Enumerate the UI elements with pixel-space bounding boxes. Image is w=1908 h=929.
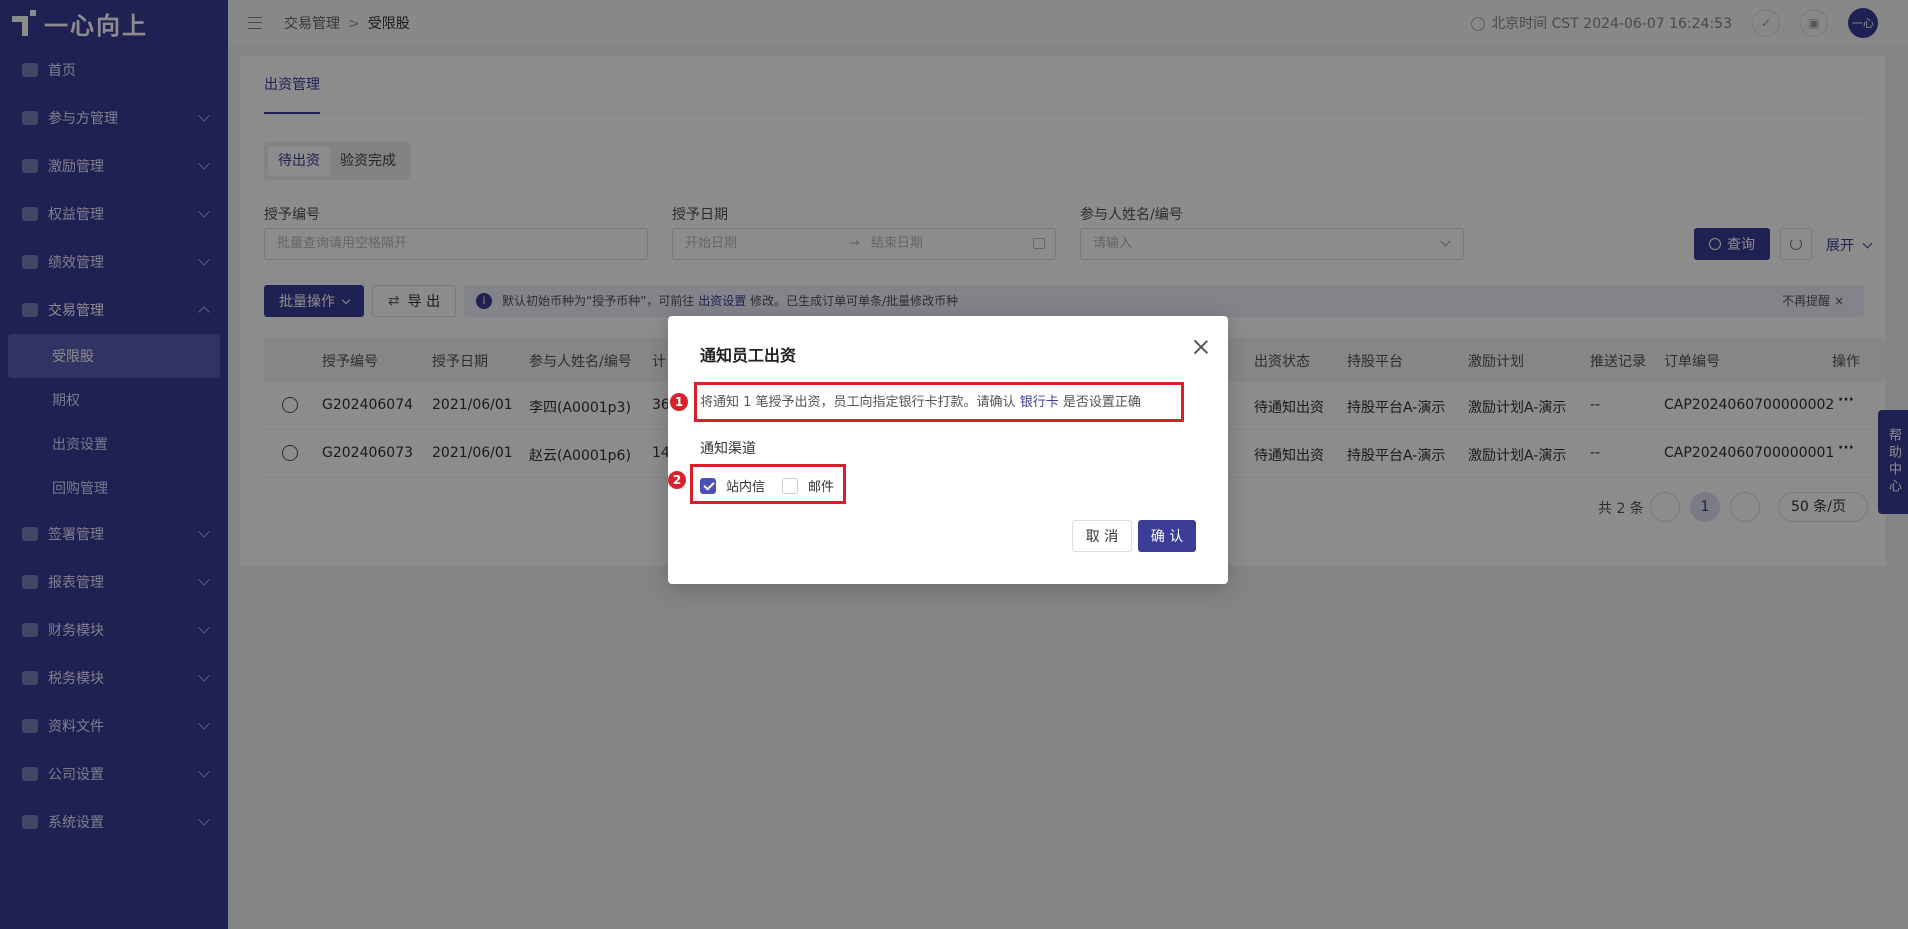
notify-funding-dialog: 通知员工出资 将通知 1 笔授予出资，员工向指定银行卡打款。请确认 银行卡 是否… (668, 316, 1228, 584)
annotation-number-1: 1 (670, 393, 688, 411)
cancel-button[interactable]: 取 消 (1072, 520, 1132, 552)
annotation-box-message (694, 382, 1184, 422)
channel-label: 通知渠道 (700, 441, 756, 457)
annotation-box-channels (690, 464, 846, 504)
confirm-button[interactable]: 确 认 (1138, 520, 1196, 552)
close-icon[interactable] (1190, 336, 1212, 358)
annotation-number-2: 2 (668, 471, 686, 489)
dialog-title: 通知员工出资 (700, 346, 797, 365)
